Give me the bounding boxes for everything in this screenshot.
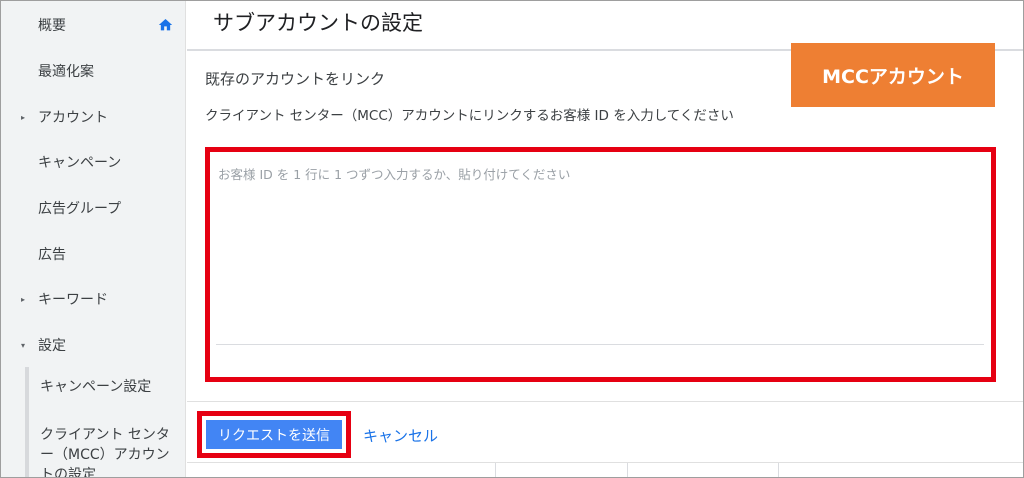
table-column-divider <box>627 463 628 477</box>
expand-arrow-icon: ▸ <box>21 294 26 304</box>
sidebar-item-label: 広告 <box>38 247 66 263</box>
sidebar-item-ads[interactable]: 広告 <box>1 234 185 274</box>
sidebar-item-recommendations[interactable]: 最適化案 <box>1 51 185 91</box>
sidebar-item-label: アカウント <box>38 110 108 126</box>
sidebar-item-ad-groups[interactable]: 広告グループ <box>1 188 185 228</box>
textarea-underline <box>216 344 984 345</box>
sidebar-nav: 概要 最適化案 ▸ アカウント キャンペーン 広告グループ 広告 ▸ キーワード… <box>1 1 186 478</box>
app-frame: 概要 最適化案 ▸ アカウント キャンペーン 広告グループ 広告 ▸ キーワード… <box>0 0 1024 478</box>
sidebar-item-overview[interactable]: 概要 <box>1 5 185 45</box>
table-top-border <box>187 462 1023 463</box>
sidebar-item-label: 設定 <box>38 338 66 354</box>
sidebar-item-campaigns[interactable]: キャンペーン <box>1 142 185 182</box>
sidebar-item-label: キャンペーン <box>38 155 122 171</box>
expand-arrow-icon: ▸ <box>21 112 26 122</box>
section-divider <box>187 401 1023 402</box>
table-column-divider <box>778 463 779 477</box>
sidebar-item-account[interactable]: ▸ アカウント <box>1 97 185 137</box>
customer-id-input-highlight <box>205 147 996 382</box>
sidebar-subitem-label: クライアント センター（MCC）アカウントの設定 <box>40 427 170 478</box>
sidebar-item-label: キーワード <box>38 292 108 308</box>
sidebar-item-label: 広告グループ <box>38 201 122 217</box>
sidebar-item-label: 最適化案 <box>38 64 94 80</box>
sidebar-subitem-mcc-settings[interactable]: クライアント センター（MCC）アカウントの設定 <box>1 425 185 478</box>
sidebar-item-keywords[interactable]: ▸ キーワード <box>1 279 185 319</box>
section-title: 既存のアカウントをリンク <box>205 70 386 88</box>
cancel-button[interactable]: キャンセル <box>363 425 438 446</box>
main-content: サブアカウントの設定 既存のアカウントをリンク クライアント センター（MCC）… <box>187 1 1023 477</box>
home-icon[interactable] <box>157 17 174 33</box>
sidebar-item-settings[interactable]: ▾ 設定 <box>1 325 185 365</box>
submit-button-highlight: リクエストを送信 <box>197 411 351 458</box>
customer-id-textarea[interactable] <box>214 158 992 350</box>
sidebar-item-label: 概要 <box>38 18 66 34</box>
collapse-arrow-icon: ▾ <box>21 340 26 350</box>
section-description: クライアント センター（MCC）アカウントにリンクするお客様 ID を入力してく… <box>205 108 734 124</box>
mcc-account-badge: MCCアカウント <box>791 43 995 107</box>
table-column-divider <box>495 463 496 477</box>
send-request-button[interactable]: リクエストを送信 <box>206 420 342 449</box>
page-title: サブアカウントの設定 <box>213 11 423 35</box>
sidebar-subitem-label: キャンペーン設定 <box>40 379 152 395</box>
sidebar-subitem-campaign-settings[interactable]: キャンペーン設定 <box>1 377 185 407</box>
